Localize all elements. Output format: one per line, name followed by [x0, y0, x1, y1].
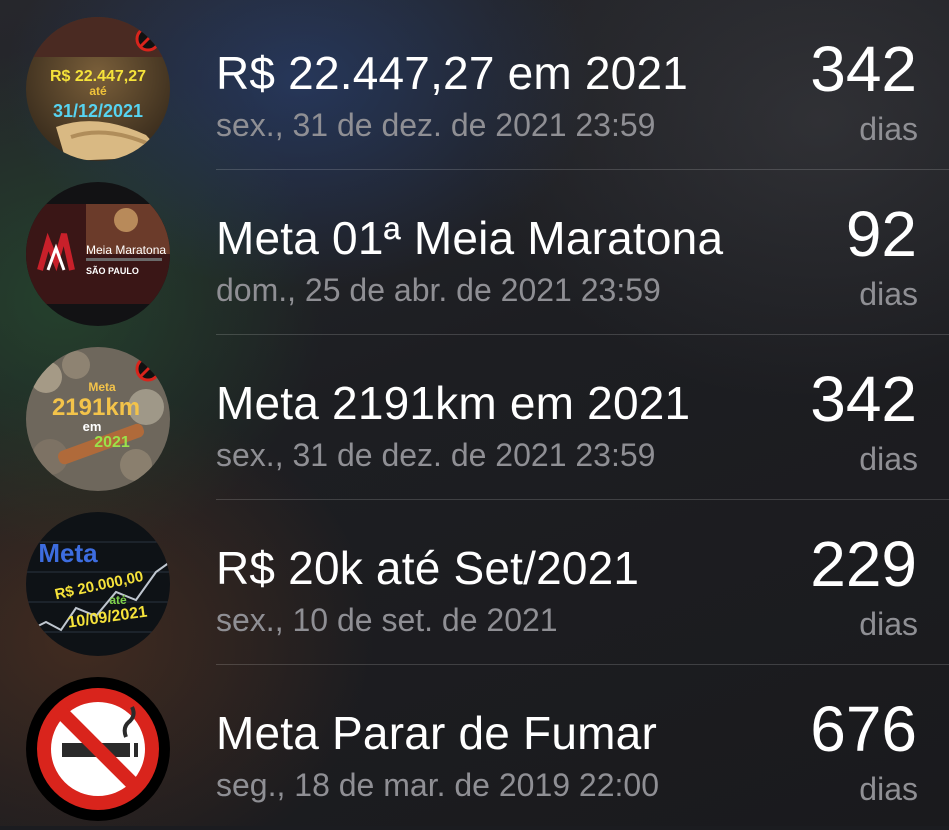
countdown-date: dom., 25 de abr. de 2021 23:59 — [216, 272, 661, 308]
days-count: 92 — [845, 198, 917, 270]
days-unit: dias — [859, 276, 918, 312]
days-count: 229 — [810, 528, 917, 600]
coins-goal-icon: Meta 2191km em 2021 — [26, 347, 170, 491]
thumb-text: 2021 — [94, 434, 130, 451]
countdown-date: sex., 31 de dez. de 2021 23:59 — [216, 107, 656, 143]
countdown-title: R$ 22.447,27 em 2021 — [216, 47, 689, 99]
thumb-text: Meia Maratona — [86, 243, 166, 257]
countdown-title: Meta Parar de Fumar — [216, 707, 657, 759]
thumb-text: até — [109, 593, 127, 607]
days-count: 342 — [810, 363, 917, 435]
days-count: 676 — [810, 693, 917, 765]
countdown-list: R$ 22.447,27 até 31/12/2021 R$ 22.447,27… — [0, 0, 949, 826]
countdown-date: sex., 31 de dez. de 2021 23:59 — [216, 437, 656, 473]
days-count: 342 — [810, 33, 917, 105]
thumb-text: 31/12/2021 — [53, 101, 143, 121]
countdown-date: seg., 18 de mar. de 2019 22:00 — [216, 767, 659, 803]
thumb-text: Meta — [38, 538, 98, 568]
half-marathon-logo-icon: Meia Maratona SÃO PAULO — [26, 182, 170, 326]
thumb-text: até — [89, 84, 107, 98]
countdown-row[interactable]: Meta Parar de Fumar seg., 18 de mar. de … — [0, 665, 949, 830]
countdown-title: R$ 20k até Set/2021 — [216, 542, 640, 594]
days-unit: dias — [859, 111, 918, 147]
countdown-title: Meta 01ª Meia Maratona — [216, 212, 724, 264]
countdown-row[interactable]: R$ 22.447,27 até 31/12/2021 R$ 22.447,27… — [0, 5, 949, 170]
countdown-row[interactable]: Meta 2191km em 2021 Meta 2191km em 2021 … — [0, 335, 949, 500]
days-unit: dias — [859, 606, 918, 642]
no-smoking-icon — [26, 677, 170, 821]
thumb-text: R$ 22.447,27 — [50, 68, 146, 85]
money-goal-icon: R$ 22.447,27 até 31/12/2021 — [26, 17, 170, 161]
days-unit: dias — [859, 771, 918, 807]
countdown-title: Meta 2191km em 2021 — [216, 377, 691, 429]
days-unit: dias — [859, 441, 918, 477]
thumb-text: em — [83, 419, 102, 434]
countdown-date: sex., 10 de set. de 2021 — [216, 602, 558, 638]
stock-chart-goal-icon: Meta R$ 20.000,00 até 10/09/2021 — [26, 512, 170, 656]
thumb-text: Meta — [88, 380, 116, 394]
thumb-text: 2191km — [52, 394, 140, 421]
countdown-row[interactable]: Meia Maratona SÃO PAULO Meta 01ª Meia Ma… — [0, 170, 949, 335]
countdown-row[interactable]: Meta R$ 20.000,00 até 10/09/2021 R$ 20k … — [0, 500, 949, 665]
thumb-text: SÃO PAULO — [86, 266, 139, 276]
